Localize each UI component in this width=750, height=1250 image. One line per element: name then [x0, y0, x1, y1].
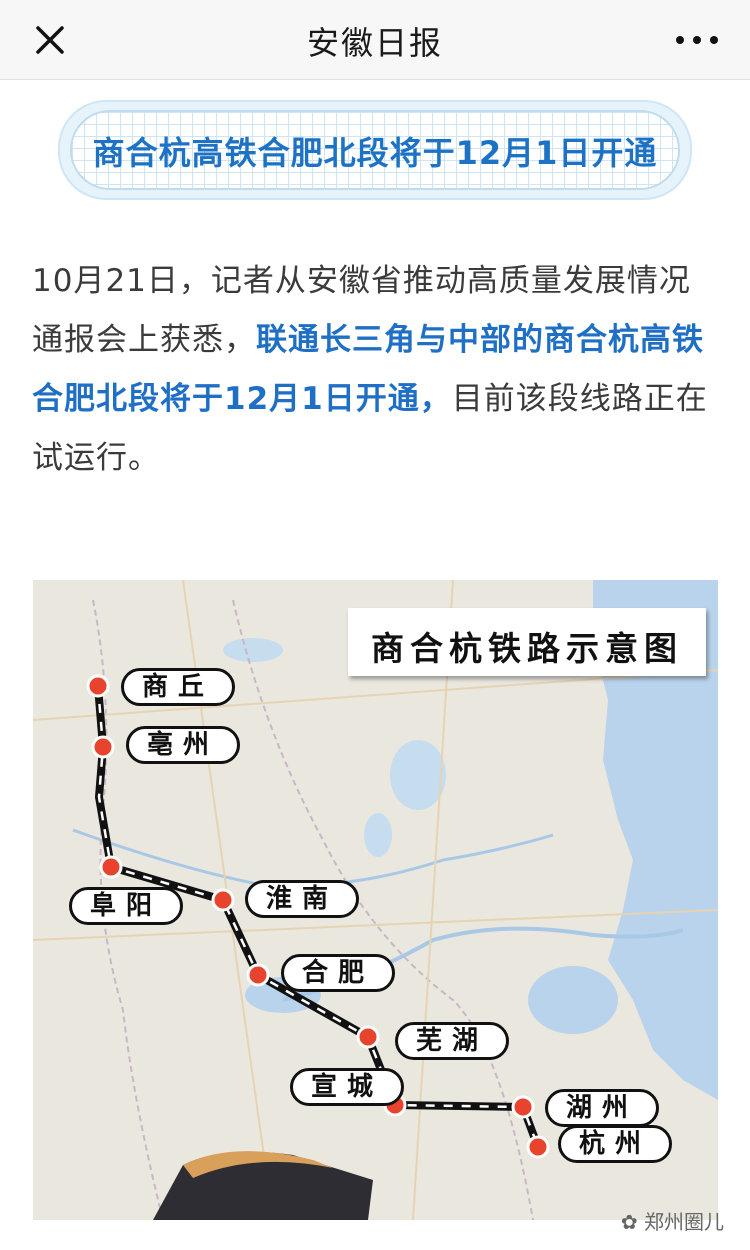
map-title: 商合杭铁路示意图	[371, 629, 683, 668]
city-label-shangqiu: 商丘	[121, 668, 236, 706]
city-label-wuhu: 芜湖	[395, 1022, 510, 1060]
page-title: 安徽日报	[306, 24, 443, 62]
map-title-box: 商合杭铁路示意图	[348, 608, 706, 676]
city-label-fuyang: 阜阳	[69, 887, 184, 925]
railway-map: 商合杭铁路示意图 商丘 亳州 阜阳 淮南 合肥 芜湖 宣城 湖州 杭州	[33, 580, 718, 1220]
city-label-hangzhou: 杭州	[558, 1125, 673, 1163]
watermark: ✿ 郑州圈儿	[621, 1206, 724, 1235]
wechat-icon: ✿	[620, 1210, 644, 1234]
city-label-huzhou: 湖州	[545, 1089, 660, 1127]
banner-headline: 商合杭高铁合肥北段将于12月1日开通	[92, 134, 658, 172]
more-dots-icon[interactable]	[672, 26, 722, 54]
watermark-text: 郑州圈儿	[644, 1210, 724, 1234]
nav-bar: 安徽日报	[0, 0, 750, 80]
city-label-xuancheng: 宣城	[290, 1068, 405, 1106]
city-label-huainan: 淮南	[245, 880, 360, 918]
headline-banner: 商合杭高铁合肥北段将于12月1日开通	[58, 100, 692, 200]
city-label-bozhou: 亳州	[126, 726, 241, 764]
article-paragraph: 10月21日，记者从安徽省推动高质量发展情况通报会上获悉，联通长三角与中部的商合…	[32, 252, 722, 488]
city-label-hefei: 合肥	[281, 954, 396, 992]
